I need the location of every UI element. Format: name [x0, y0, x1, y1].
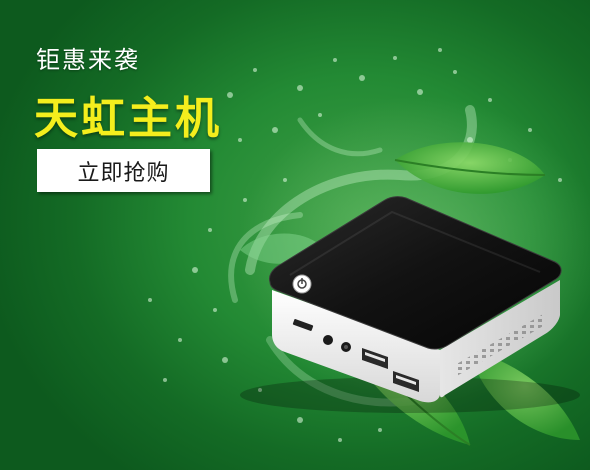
promo-banner: 钜惠来袭 天虹主机 立即抢购	[0, 0, 590, 470]
mini-pc-image	[240, 196, 580, 413]
power-button-icon	[292, 274, 312, 294]
